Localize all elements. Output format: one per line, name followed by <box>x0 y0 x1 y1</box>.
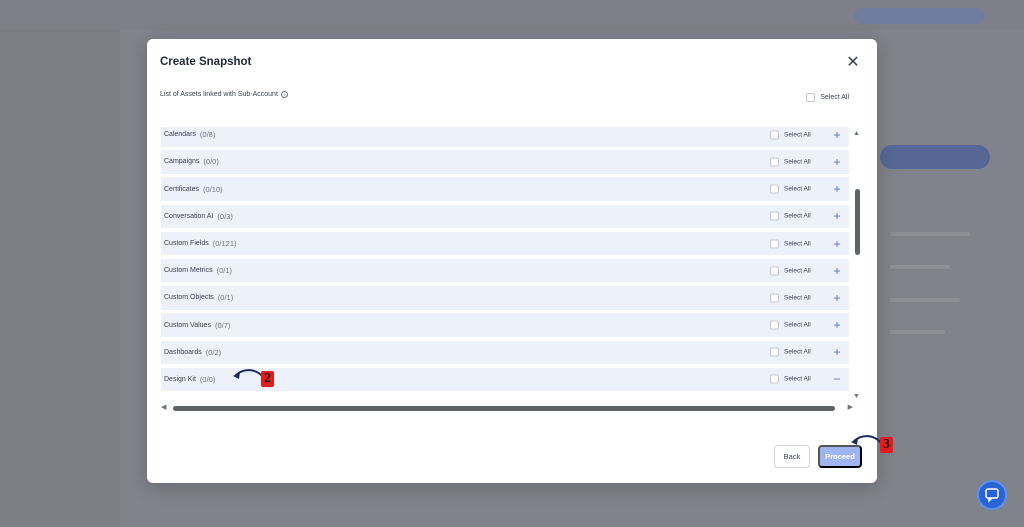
row-select-checkbox[interactable] <box>770 184 779 194</box>
expand-plus-icon[interactable]: + <box>832 346 842 358</box>
scroll-right-icon[interactable]: ▶ <box>848 403 853 411</box>
row-select-all[interactable]: Select All <box>770 320 811 330</box>
asset-count: (0/0) <box>203 157 219 167</box>
row-select-checkbox[interactable] <box>770 266 779 276</box>
row-select-checkbox[interactable] <box>770 347 779 357</box>
row-select-all[interactable]: Select All <box>770 157 811 167</box>
row-select-label: Select All <box>784 321 811 329</box>
asset-name: Custom Values <box>164 321 211 329</box>
asset-count: (0/8) <box>199 130 216 140</box>
horizontal-scroll-thumb[interactable] <box>173 406 835 411</box>
row-select-label: Select All <box>784 348 811 356</box>
select-all-label: Select All <box>820 94 849 101</box>
asset-count: (0/1) <box>217 293 234 303</box>
expand-plus-icon[interactable]: + <box>832 292 842 304</box>
asset-name: Certificates <box>164 185 200 193</box>
row-select-checkbox[interactable] <box>770 320 779 330</box>
row-select-checkbox[interactable] <box>770 130 779 140</box>
horizontal-scrollbar[interactable]: ◀ ▶ <box>161 403 853 413</box>
vertical-scroll-thumb[interactable] <box>855 189 860 255</box>
asset-row[interactable]: Custom Metrics (0/1) Select All + <box>161 258 849 283</box>
chat-bubble-icon <box>985 488 999 503</box>
asset-count: (0/10) <box>203 184 223 194</box>
row-select-all[interactable]: Select All <box>770 266 811 276</box>
row-select-label: Select All <box>784 158 811 166</box>
select-all-global[interactable]: Select All <box>806 93 849 102</box>
row-select-label: Select All <box>784 131 811 139</box>
vertical-scrollbar[interactable]: ▲ ▼ <box>852 127 862 403</box>
close-icon[interactable]: ✕ <box>845 55 861 71</box>
asset-name: Conversation AI <box>164 212 214 220</box>
asset-count: (0/2) <box>205 347 222 357</box>
row-select-all[interactable]: Select All <box>770 347 811 357</box>
row-select-all[interactable]: Select All <box>770 130 811 140</box>
row-select-label: Select All <box>784 212 811 220</box>
asset-row[interactable]: Campaigns (0/0) Select All + <box>161 150 849 174</box>
asset-name: Design Kit <box>164 375 196 383</box>
assets-subtitle-text: List of Assets linked with Sub-Account <box>160 91 278 98</box>
scroll-left-icon[interactable]: ◀ <box>161 403 166 411</box>
annotation-step-badge: 3 <box>880 437 893 453</box>
row-select-checkbox[interactable] <box>770 157 779 167</box>
collapse-minus-icon[interactable]: − <box>832 373 842 385</box>
row-select-checkbox[interactable] <box>770 239 779 248</box>
row-select-all[interactable]: Select All <box>770 239 811 248</box>
asset-count: (0/1) <box>216 266 233 276</box>
row-select-label: Select All <box>784 185 811 193</box>
row-select-all[interactable]: Select All <box>770 211 811 221</box>
expand-plus-icon[interactable]: + <box>832 129 842 141</box>
asset-name: Custom Fields <box>164 240 209 247</box>
annotation-step-badge: 2 <box>261 371 274 387</box>
row-select-all[interactable]: Select All <box>770 293 811 303</box>
expand-plus-icon[interactable]: + <box>832 319 842 331</box>
assets-subtitle: List of Assets linked with Sub-Account i <box>160 91 288 98</box>
proceed-button[interactable]: Proceed <box>818 445 862 468</box>
expand-plus-icon[interactable]: + <box>832 210 842 222</box>
asset-row[interactable]: Custom Values (0/7) Select All + <box>161 313 849 337</box>
asset-row[interactable]: Certificates (0/10) Select All + <box>161 177 849 201</box>
row-select-label: Select All <box>784 267 811 275</box>
asset-name: Custom Metrics <box>164 267 213 275</box>
asset-count: (0/0) <box>199 374 216 384</box>
create-snapshot-modal: Create Snapshot ✕ List of Assets linked … <box>147 39 877 483</box>
asset-row[interactable]: Calendars (0/8) Select All + <box>161 127 849 147</box>
select-all-checkbox[interactable] <box>806 93 816 102</box>
expand-plus-icon[interactable]: + <box>832 183 842 195</box>
row-select-all[interactable]: Select All <box>770 374 811 384</box>
asset-row[interactable]: Conversation AI (0/3) Select All + <box>161 204 849 229</box>
asset-row[interactable]: Custom Objects (0/1) Select All + <box>161 286 849 310</box>
asset-name: Dashboards <box>164 348 202 356</box>
asset-count: (0/3) <box>217 211 233 221</box>
asset-name: Calendars <box>164 131 196 139</box>
modal-title: Create Snapshot <box>160 56 252 68</box>
expand-plus-icon[interactable]: + <box>832 238 842 250</box>
asset-list: Calendars (0/8) Select All + Campaigns (0/0) S… <box>161 127 849 395</box>
row-select-all[interactable]: Select All <box>770 184 811 194</box>
row-select-label: Select All <box>784 294 811 302</box>
asset-count: (0/7) <box>214 320 231 330</box>
row-select-checkbox[interactable] <box>770 293 779 303</box>
asset-count: (0/121) <box>212 239 237 248</box>
asset-name: Campaigns <box>164 158 200 166</box>
asset-row[interactable]: Custom Fields (0/121) Select All + <box>161 231 849 256</box>
asset-row[interactable]: Dashboards (0/2) Select All + <box>161 340 849 364</box>
row-select-checkbox[interactable] <box>770 374 779 384</box>
annotation-arrow-icon <box>851 435 883 445</box>
asset-list-viewport[interactable]: Calendars (0/8) Select All + Campaigns (0/0) S… <box>161 127 849 406</box>
back-button[interactable]: Back <box>774 445 810 468</box>
expand-plus-icon[interactable]: + <box>832 156 842 168</box>
scroll-up-icon[interactable]: ▲ <box>853 130 860 137</box>
asset-name: Custom Objects <box>164 294 214 302</box>
expand-plus-icon[interactable]: + <box>832 265 842 277</box>
info-icon[interactable]: i <box>280 91 288 98</box>
row-select-label: Select All <box>784 240 811 247</box>
chat-support-icon[interactable] <box>977 480 1007 510</box>
row-select-checkbox[interactable] <box>770 211 779 221</box>
scroll-down-icon[interactable]: ▼ <box>853 393 860 400</box>
row-select-label: Select All <box>784 375 811 383</box>
